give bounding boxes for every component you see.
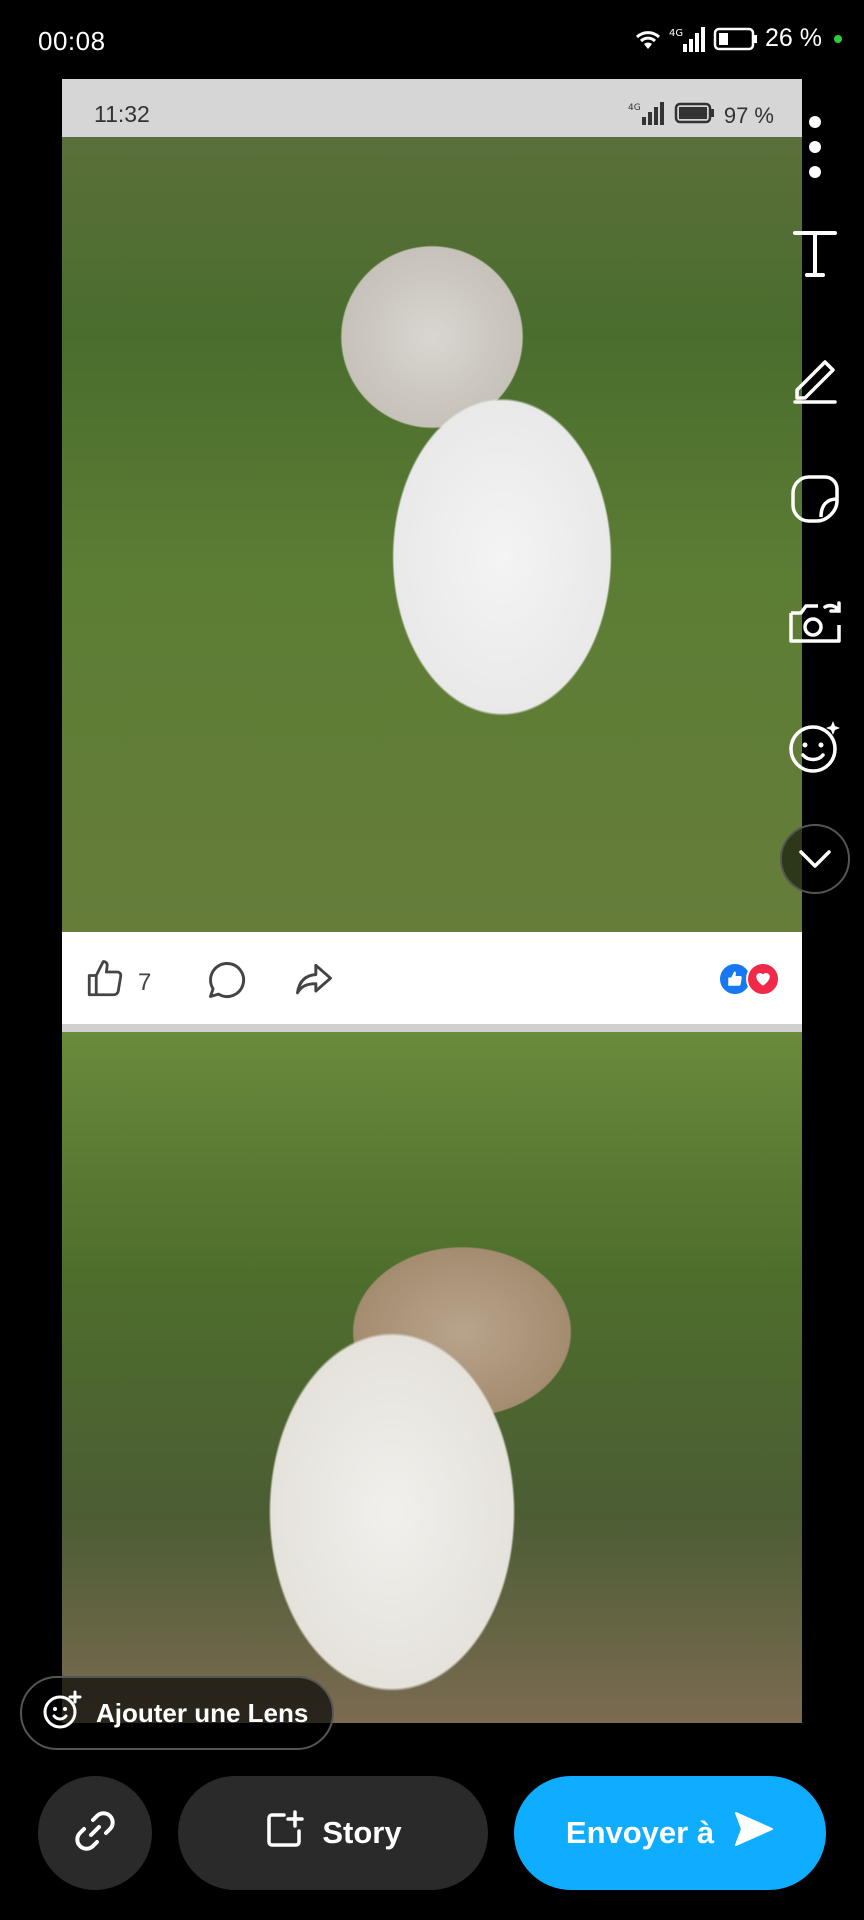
inner-status-bar: 11:32 4G 97 % [62, 79, 802, 137]
like-count: 7 [138, 968, 152, 996]
chevron-down-icon[interactable] [780, 824, 850, 894]
cat-photo-front [62, 137, 802, 932]
more-icon[interactable] [780, 112, 850, 182]
inner-battery-icon [674, 101, 716, 131]
cat-photo-profile [62, 1032, 802, 1723]
story-label: Story [322, 1815, 402, 1850]
status-time: 00:08 [38, 26, 106, 56]
comment-icon[interactable] [205, 958, 249, 1007]
add-lens-button[interactable]: Ajouter une Lens [20, 1676, 335, 1750]
battery-percent: 26 % [765, 24, 822, 52]
inner-battery-percent: 97 % [723, 103, 774, 128]
like-button[interactable]: 7 [84, 958, 151, 1007]
inner-status-icons: 4G 97 % [628, 101, 774, 131]
signal-icon: 4G [669, 26, 707, 52]
status-icons: 4G 26 % [633, 24, 842, 53]
status-bar: 00:08 4G 26 % [0, 0, 864, 80]
network-label: 4G [669, 28, 683, 39]
reaction-badges [718, 962, 780, 996]
inner-status-time: 11:32 [94, 101, 150, 127]
lens-icon[interactable] [780, 712, 850, 782]
sticker-icon[interactable] [780, 464, 850, 534]
wifi-icon [633, 27, 663, 51]
send-arrow-icon [734, 1811, 774, 1855]
camera-flip-icon[interactable] [780, 588, 850, 658]
snap-preview[interactable]: 11:32 4G 97 % 7 [62, 79, 802, 1723]
reaction-bar: 7 [62, 932, 802, 1032]
link-button[interactable] [38, 1776, 152, 1890]
add-lens-label: Ajouter une Lens [96, 1697, 309, 1728]
share-icon[interactable] [292, 958, 336, 1007]
inner-signal-icon: 4G [628, 101, 666, 131]
link-icon [70, 1806, 120, 1861]
text-icon[interactable] [780, 218, 850, 288]
send-to-label: Envoyer à [565, 1815, 715, 1850]
add-lens-icon [42, 1690, 82, 1737]
bottom-action-bar: Story Envoyer à [0, 1776, 864, 1890]
like-icon [84, 958, 126, 1007]
battery-icon [713, 26, 759, 52]
privacy-indicator [834, 34, 842, 43]
add-story-icon [264, 1809, 305, 1857]
pen-icon[interactable] [780, 341, 850, 411]
inner-network-label: 4G [628, 103, 641, 113]
story-button[interactable]: Story [178, 1776, 488, 1890]
love-badge-icon [746, 962, 780, 996]
send-to-button[interactable]: Envoyer à [514, 1776, 826, 1890]
